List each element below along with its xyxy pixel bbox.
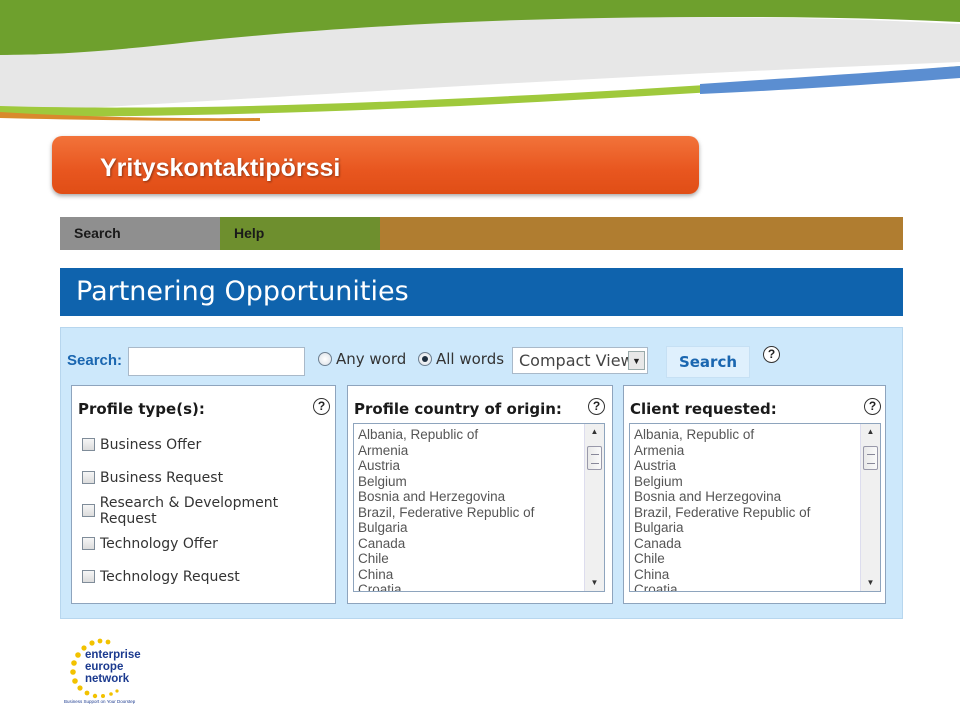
list-item[interactable]: Albania, Republic of [634,427,856,443]
list-item[interactable]: Canada [358,536,580,552]
country-origin-box: Profile country of origin: ? Albania, Re… [347,385,613,604]
scroll-down-arrow-icon[interactable]: ▼ [861,575,880,591]
radio-all-words-dot[interactable] [418,352,432,366]
logo-line-3: network [85,673,130,685]
main-nav: Search Help [60,217,903,250]
logo-tagline: Business Support on Your Doorstep [64,699,136,704]
list-item[interactable]: Belgium [358,474,580,490]
logo-line-1: enterprise [85,649,141,661]
country-origin-title: Profile country of origin: [354,400,562,418]
radio-any-word-dot[interactable] [318,352,332,366]
profile-type-option[interactable]: Business Offer [82,428,335,461]
list-item[interactable]: Belgium [634,474,856,490]
profile-type-title: Profile type(s): [78,400,205,418]
radio-all-words-label: All words [436,350,505,368]
scroll-thumb[interactable] [863,446,878,470]
scroll-up-arrow-icon[interactable]: ▲ [861,424,880,440]
list-item[interactable]: Chile [634,551,856,567]
list-item[interactable]: Brazil, Federative Republic of [358,505,580,521]
profile-type-list: Business Offer Business Request Research… [82,428,335,593]
scrollbar[interactable]: ▲ ▼ [860,424,880,591]
banner-title-bar: Yrityskontaktipörssi [52,136,699,194]
client-requested-options: Albania, Republic of Armenia Austria Bel… [634,427,856,591]
checkbox[interactable] [82,570,95,583]
header-swoosh-decoration [0,0,960,125]
list-item[interactable]: Brazil, Federative Republic of [634,505,856,521]
search-button[interactable]: Search [666,346,750,378]
search-input[interactable] [128,347,305,376]
list-item[interactable]: Chile [358,551,580,567]
question-circle-icon[interactable]: ? [588,398,605,415]
profile-type-label: Technology Offer [100,535,218,552]
nav-filler [380,217,903,250]
list-item[interactable]: Bosnia and Herzegovina [358,489,580,505]
nav-tab-search[interactable]: Search [60,217,220,250]
list-item[interactable]: Croatia [634,582,856,591]
search-panel: Search: Any word All words Compact View … [60,327,903,619]
page-header: Partnering Opportunities [60,268,903,316]
search-row: Search: Any word All words Compact View … [61,328,902,384]
profile-type-label: Business Request [100,469,224,486]
list-item[interactable]: Armenia [634,443,856,459]
radio-any-word-label: Any word [336,350,407,368]
list-item[interactable]: Canada [634,536,856,552]
een-logo: enterprise europe network Business Suppo… [62,637,144,707]
profile-type-option[interactable]: Technology Request [82,560,335,593]
question-circle-icon[interactable]: ? [763,346,780,363]
profile-type-label: Technology Request [100,568,240,585]
page-title: Partnering Opportunities [76,276,409,307]
view-select-value: Compact View [519,351,634,370]
list-item[interactable]: China [358,567,580,583]
list-item[interactable]: Armenia [358,443,580,459]
checkbox[interactable] [82,537,95,550]
profile-type-box: Profile type(s): ? Business Offer Busine… [71,385,336,604]
list-item[interactable]: Croatia [358,582,580,591]
search-label: Search: [67,352,123,369]
scroll-down-arrow-icon[interactable]: ▼ [585,575,604,591]
list-item[interactable]: Austria [634,458,856,474]
scroll-thumb[interactable] [587,446,602,470]
client-requested-listbox[interactable]: Albania, Republic of Armenia Austria Bel… [629,423,881,592]
profile-type-option[interactable]: Technology Offer [82,527,335,560]
checkbox[interactable] [82,504,95,517]
client-requested-title: Client requested: [630,400,777,418]
list-item[interactable]: Bulgaria [358,520,580,536]
scroll-up-arrow-icon[interactable]: ▲ [585,424,604,440]
question-circle-icon[interactable]: ? [864,398,881,415]
view-select[interactable]: Compact View ▼ [512,347,648,374]
client-requested-box: Client requested: ? Albania, Republic of… [623,385,886,604]
profile-type-label: Business Offer [100,436,202,453]
radio-any-word[interactable]: Any word [318,350,406,368]
checkbox[interactable] [82,438,95,451]
list-item[interactable]: Albania, Republic of [358,427,580,443]
banner-title: Yrityskontaktipörssi [100,154,341,182]
chevron-down-icon[interactable]: ▼ [628,351,645,370]
radio-all-words[interactable]: All words [418,350,504,368]
list-item[interactable]: Austria [358,458,580,474]
profile-type-option[interactable]: Business Request [82,461,335,494]
country-origin-options: Albania, Republic of Armenia Austria Bel… [358,427,580,591]
logo-wordmark: enterprise europe network [85,649,141,685]
list-item[interactable]: Bosnia and Herzegovina [634,489,856,505]
checkbox[interactable] [82,471,95,484]
profile-type-option[interactable]: Research & Development Request [82,494,335,527]
scrollbar[interactable]: ▲ ▼ [584,424,604,591]
question-circle-icon[interactable]: ? [313,398,330,415]
list-item[interactable]: Bulgaria [634,520,856,536]
list-item[interactable]: China [634,567,856,583]
profile-type-label: Research & Development Request [99,494,279,527]
nav-tab-help[interactable]: Help [220,217,380,250]
logo-line-2: europe [85,661,124,673]
country-origin-listbox[interactable]: Albania, Republic of Armenia Austria Bel… [353,423,605,592]
